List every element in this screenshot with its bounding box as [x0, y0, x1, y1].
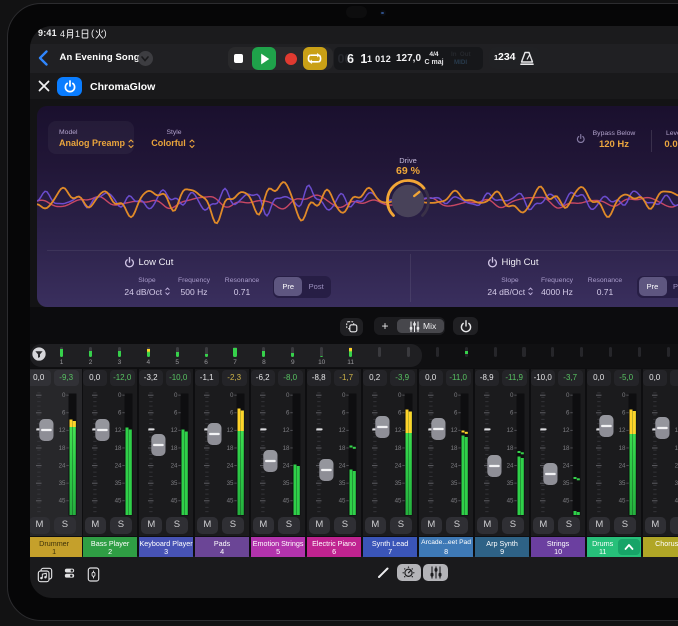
svg-text:6: 6: [230, 410, 234, 417]
svg-text:0: 0: [174, 392, 178, 399]
svg-text:35: 35: [618, 480, 625, 487]
svg-text:45: 45: [58, 498, 65, 505]
svg-text:12: 12: [506, 427, 513, 434]
svg-text:24: 24: [114, 462, 121, 469]
svg-text:12: 12: [114, 427, 121, 434]
svg-text:6: 6: [510, 410, 514, 417]
svg-text:12: 12: [618, 427, 625, 434]
svg-text:6: 6: [454, 410, 458, 417]
svg-text:18: 18: [450, 445, 457, 452]
svg-text:12: 12: [226, 427, 233, 434]
svg-text:0: 0: [398, 392, 402, 399]
svg-text:24: 24: [58, 462, 65, 469]
svg-text:12: 12: [562, 427, 569, 434]
svg-text:0: 0: [286, 392, 290, 399]
svg-text:24: 24: [226, 462, 233, 469]
svg-text:24: 24: [394, 462, 401, 469]
svg-text:18: 18: [338, 445, 345, 452]
svg-text:45: 45: [618, 498, 625, 505]
svg-text:24: 24: [338, 462, 345, 469]
svg-text:35: 35: [114, 480, 121, 487]
svg-text:18: 18: [58, 445, 65, 452]
svg-text:12: 12: [282, 427, 289, 434]
svg-text:24: 24: [674, 462, 678, 469]
svg-text:0: 0: [230, 392, 234, 399]
svg-text:6: 6: [174, 410, 178, 417]
svg-text:18: 18: [674, 445, 678, 452]
svg-text:45: 45: [226, 498, 233, 505]
svg-text:0: 0: [566, 392, 570, 399]
svg-text:6: 6: [566, 410, 570, 417]
svg-text:35: 35: [506, 480, 513, 487]
svg-text:45: 45: [170, 498, 177, 505]
svg-text:12: 12: [338, 427, 345, 434]
svg-text:45: 45: [562, 498, 569, 505]
svg-text:0: 0: [118, 392, 122, 399]
svg-text:6: 6: [62, 410, 66, 417]
svg-text:45: 45: [394, 498, 401, 505]
svg-text:45: 45: [506, 498, 513, 505]
svg-text:18: 18: [282, 445, 289, 452]
svg-text:24: 24: [618, 462, 625, 469]
svg-text:0: 0: [510, 392, 514, 399]
svg-text:24: 24: [170, 462, 177, 469]
svg-text:6: 6: [342, 410, 346, 417]
svg-text:24: 24: [562, 462, 569, 469]
svg-text:24: 24: [282, 462, 289, 469]
svg-text:18: 18: [394, 445, 401, 452]
svg-text:45: 45: [282, 498, 289, 505]
svg-text:6: 6: [398, 410, 402, 417]
svg-text:18: 18: [562, 445, 569, 452]
svg-text:18: 18: [506, 445, 513, 452]
svg-text:12: 12: [58, 427, 65, 434]
svg-text:12: 12: [674, 427, 678, 434]
svg-text:24: 24: [506, 462, 513, 469]
svg-text:6: 6: [118, 410, 122, 417]
svg-text:0: 0: [342, 392, 346, 399]
svg-text:35: 35: [562, 480, 569, 487]
svg-text:24: 24: [450, 462, 457, 469]
svg-text:45: 45: [450, 498, 457, 505]
svg-text:35: 35: [450, 480, 457, 487]
svg-text:45: 45: [114, 498, 121, 505]
svg-text:6: 6: [622, 410, 626, 417]
svg-text:18: 18: [226, 445, 233, 452]
svg-text:12: 12: [394, 427, 401, 434]
svg-text:0: 0: [62, 392, 66, 399]
svg-text:12: 12: [170, 427, 177, 434]
svg-text:18: 18: [618, 445, 625, 452]
svg-text:35: 35: [674, 480, 678, 487]
svg-text:35: 35: [282, 480, 289, 487]
svg-text:45: 45: [674, 498, 678, 505]
svg-text:35: 35: [58, 480, 65, 487]
svg-text:35: 35: [226, 480, 233, 487]
svg-text:6: 6: [286, 410, 290, 417]
svg-text:35: 35: [394, 480, 401, 487]
svg-text:35: 35: [338, 480, 345, 487]
svg-text:35: 35: [170, 480, 177, 487]
svg-text:0: 0: [622, 392, 626, 399]
svg-text:0: 0: [454, 392, 458, 399]
svg-text:45: 45: [338, 498, 345, 505]
svg-text:12: 12: [450, 427, 457, 434]
svg-text:18: 18: [114, 445, 121, 452]
svg-text:18: 18: [170, 445, 177, 452]
